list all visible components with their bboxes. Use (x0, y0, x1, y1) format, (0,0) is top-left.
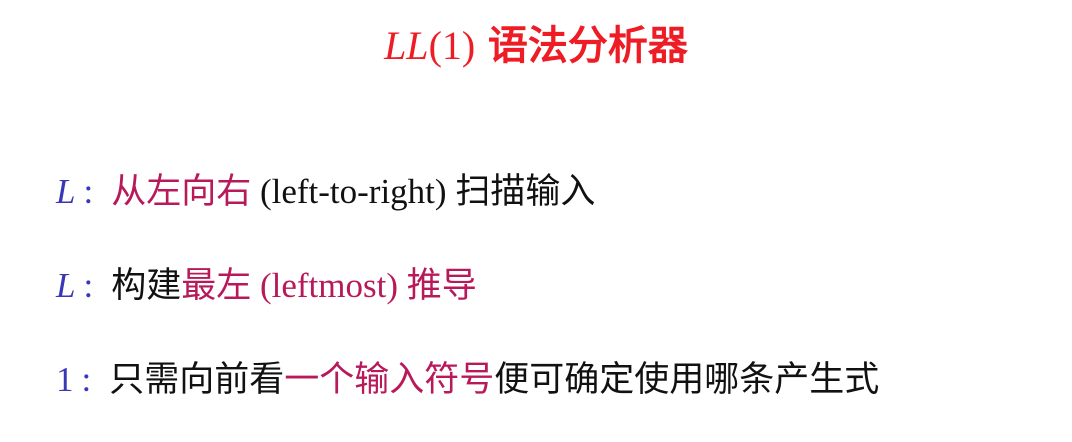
highlight-text: 一个输入符号 (284, 360, 495, 400)
highlight-text: 最左 (181, 266, 252, 306)
plain-text: 扫描输入 (455, 172, 596, 212)
plain-paren: (left-to-right) (259, 172, 447, 211)
bullet-line-l-scan: L: 从左向右 (left-to-right) 扫描输入 (56, 168, 595, 216)
bullet-separator: : (81, 360, 92, 399)
slide-title: LL(1) 语法分析器 (0, 18, 1072, 74)
bullet-line-1-lookahead: 1: 只需向前看一个输入符号便可确定使用哪条产生式 (56, 356, 879, 404)
bullet-key: L (56, 172, 76, 211)
title-cjk: 语法分析器 (487, 23, 688, 69)
plain-text-tail: 便可确定使用哪条产生式 (494, 360, 880, 400)
title-math: LL (384, 23, 429, 68)
bullet-key: L (56, 266, 76, 305)
highlight-text: 从左向右 (111, 172, 252, 212)
bullet-separator: : (83, 172, 94, 211)
bullet-key: 1 (56, 360, 74, 399)
bullet-line-l-derivation: L: 构建最左 (leftmost) 推导 (56, 262, 477, 310)
bullet-separator: : (83, 266, 94, 305)
plain-text: 只需向前看 (109, 360, 285, 400)
highlight-paren: (leftmost) (259, 266, 399, 305)
highlight-tail: 推导 (406, 266, 477, 306)
title-paren: (1) (428, 23, 476, 68)
plain-text: 构建 (111, 266, 182, 306)
